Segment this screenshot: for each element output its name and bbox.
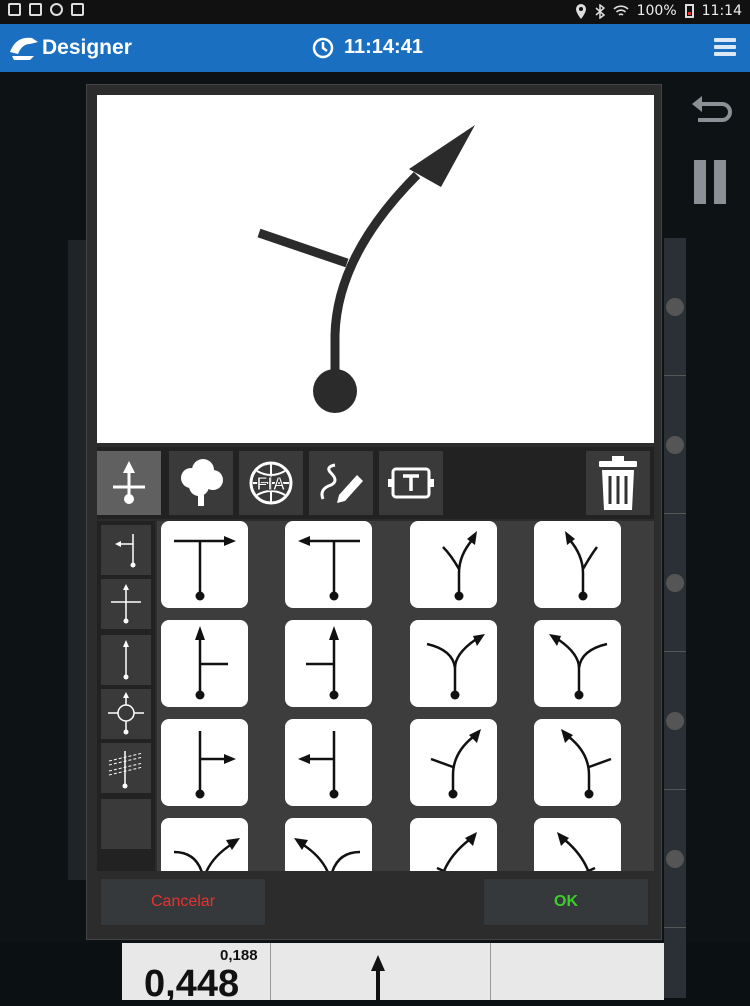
app-bar: Designer 11:14:41 <box>0 24 750 72</box>
bluetooth-icon <box>595 3 605 19</box>
clock-icon <box>312 37 334 58</box>
logo-icon <box>10 37 38 60</box>
symbol-t-right[interactable] <box>161 521 248 608</box>
junction-icon <box>113 461 145 504</box>
junction-left-icon <box>115 534 136 568</box>
tab-fia[interactable]: FIA <box>239 451 303 515</box>
symbol-t-branch-right[interactable] <box>161 719 248 806</box>
gallery-icon <box>29 3 42 16</box>
menu-icon[interactable] <box>714 38 736 58</box>
symbol-picker-dialog: FIA Cancelar OK <box>86 84 662 940</box>
subcategory-list <box>97 521 155 871</box>
svg-text:FIA: FIA <box>257 474 286 494</box>
wifi-icon <box>613 5 629 16</box>
divider <box>490 943 491 1000</box>
left-toolbar <box>68 240 88 880</box>
roundabout-icon <box>108 692 144 735</box>
symbol-grid <box>157 521 654 871</box>
subcategory-straight[interactable] <box>101 635 151 685</box>
status-bar: 100% 11:14 <box>0 0 750 24</box>
divider <box>270 943 271 1000</box>
category-tabs: FIA <box>97 447 654 519</box>
battery-icon <box>684 4 694 18</box>
arrow-up-icon <box>371 955 385 1000</box>
symbol-straight-side-right[interactable] <box>161 620 248 707</box>
symbol-t-branch-left[interactable] <box>285 719 372 806</box>
tree-icon <box>181 459 223 506</box>
battery-percent: 100% <box>636 3 677 19</box>
symbol-preview <box>97 95 654 443</box>
rail-button[interactable] <box>664 376 686 514</box>
straight-icon <box>123 640 129 680</box>
small-value: 0,188 <box>220 947 258 964</box>
trash-icon <box>599 456 637 510</box>
rail-button[interactable] <box>664 238 686 376</box>
symbol-curve-left-branch[interactable] <box>534 719 621 806</box>
undo-icon[interactable] <box>688 92 734 132</box>
symbol-straight-side-left[interactable] <box>285 620 372 707</box>
rail-button[interactable] <box>664 790 686 928</box>
tab-nature[interactable] <box>169 451 233 515</box>
mail-icon <box>8 3 21 16</box>
text-box-icon <box>388 467 434 499</box>
clock-time: 11:14:41 <box>344 36 423 58</box>
target-icon <box>50 3 63 16</box>
tab-draw[interactable] <box>309 451 373 515</box>
measurement-strip: 0,188 0,448 <box>122 943 664 1005</box>
symbol-bend-right-alt[interactable] <box>410 818 497 871</box>
rail-button[interactable] <box>664 514 686 652</box>
symbol-y-left[interactable] <box>534 620 621 707</box>
location-icon <box>575 3 586 19</box>
preview-symbol <box>257 125 475 413</box>
clock-display: 11:14:41 <box>312 36 423 59</box>
subcategory-crossroads[interactable] <box>101 579 151 629</box>
crossing-lines-icon <box>108 751 144 789</box>
tab-road-symbols[interactable] <box>97 451 161 515</box>
right-rail <box>664 238 686 998</box>
symbol-fork-right[interactable] <box>410 521 497 608</box>
subcategory-junction-left[interactable] <box>101 525 151 575</box>
symbol-bend-left-alt[interactable] <box>534 818 621 871</box>
symbol-bend-left[interactable] <box>285 818 372 871</box>
rail-button[interactable] <box>664 652 686 790</box>
subcategory-empty[interactable] <box>101 799 151 849</box>
briefcase-icon <box>71 3 84 16</box>
symbol-curve-right-branch[interactable] <box>410 719 497 806</box>
symbol-fork-left[interactable] <box>534 521 621 608</box>
fia-icon: FIA <box>249 461 293 505</box>
symbol-y-right[interactable] <box>410 620 497 707</box>
delete-button[interactable] <box>586 451 650 515</box>
symbol-bend-right[interactable] <box>161 818 248 871</box>
pause-icon[interactable] <box>690 160 730 204</box>
ok-button[interactable]: OK <box>483 878 649 926</box>
status-time: 11:14 <box>701 3 742 19</box>
subcategory-crossing-lines[interactable] <box>101 743 151 793</box>
tab-text[interactable] <box>379 451 443 515</box>
subcategory-roundabout[interactable] <box>101 689 151 739</box>
pen-icon <box>320 463 363 503</box>
symbol-t-left[interactable] <box>285 521 372 608</box>
app-title: Designer <box>42 36 132 59</box>
cancel-button[interactable]: Cancelar <box>100 878 266 926</box>
crossroads-icon <box>111 584 141 624</box>
